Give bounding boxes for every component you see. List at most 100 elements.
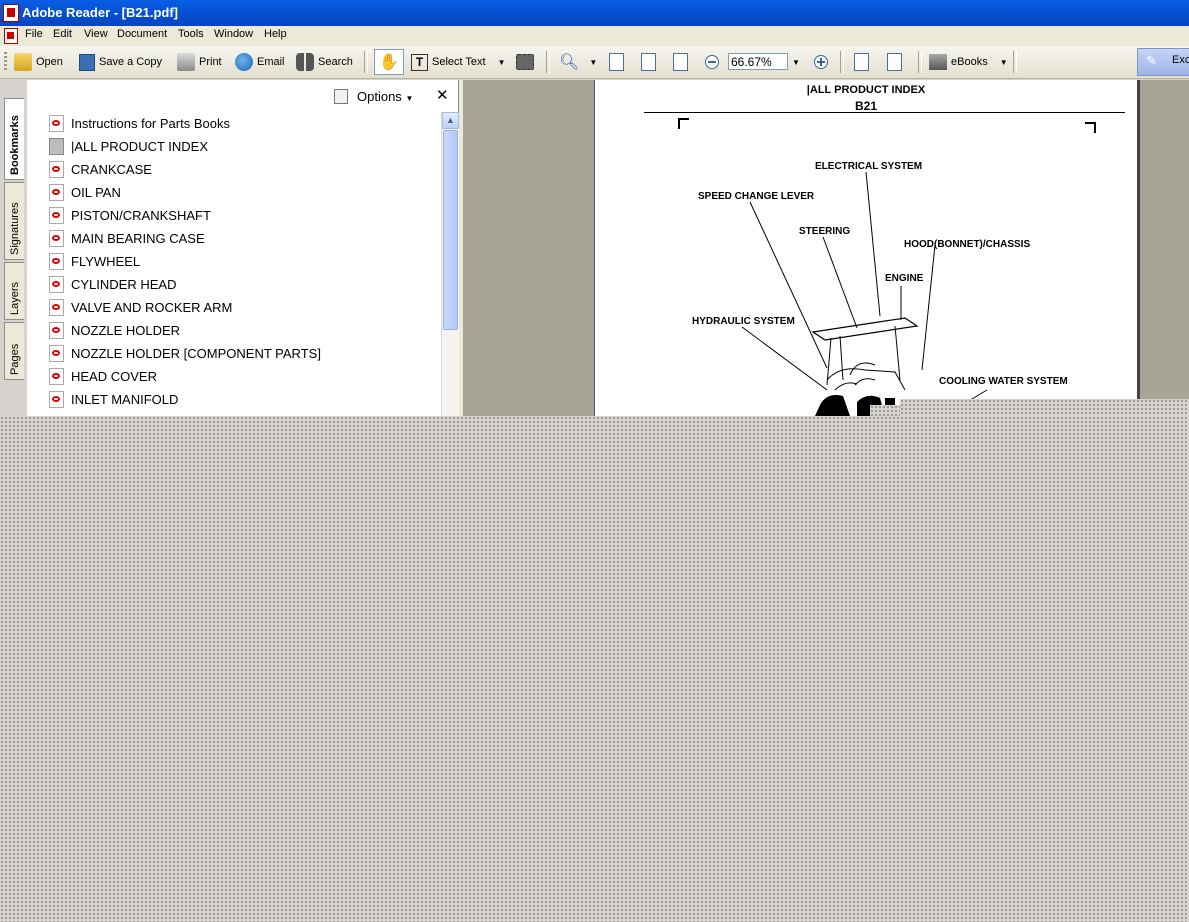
chevron-down-icon: ▼ [792, 57, 800, 67]
print-button[interactable]: Print [177, 50, 222, 74]
pdf-bookmark-icon [49, 367, 64, 385]
fit-page-button[interactable] [641, 50, 656, 74]
bookmark-item[interactable]: Instructions for Parts Books [49, 112, 230, 134]
zoom-in-tool-button[interactable]: 🔍︎ ▼ [559, 50, 597, 74]
select-text-label: Select Text [432, 56, 486, 68]
pdf-bookmark-icon [49, 344, 64, 362]
express-button[interactable]: ✎ Exc [1137, 48, 1189, 76]
bookmark-label: HEAD COVER [71, 368, 157, 384]
bookmark-label: VALVE AND ROCKER ARM [71, 299, 233, 315]
chevron-down-icon[interactable]: ▼ [498, 58, 506, 67]
bookmark-label: MAIN BEARING CASE [71, 230, 205, 246]
pdf-bookmark-icon [49, 206, 64, 224]
bookmark-item[interactable]: NOZZLE HOLDER [49, 319, 180, 341]
menu-view[interactable]: View [84, 28, 108, 40]
bookmark-item[interactable]: FLYWHEEL [49, 250, 140, 272]
bookmarks-list: Instructions for Parts Books |ALL PRODUC… [27, 112, 442, 416]
toolbar-separator [546, 51, 550, 73]
pdf-bookmark-icon [49, 114, 64, 132]
hand-tool-button[interactable]: ✋ [374, 49, 404, 75]
tab-pages-label: Pages [9, 343, 21, 375]
bookmarks-scrollbar[interactable]: ▲ [441, 112, 459, 416]
tab-layers-label: Layers [9, 281, 21, 315]
open-label: Open [36, 56, 63, 68]
menu-bar: File Edit View Document Tools Window Hel… [0, 26, 1189, 47]
scroll-up-arrow-icon[interactable]: ▲ [442, 112, 459, 129]
menu-edit[interactable]: Edit [53, 28, 72, 40]
label-hydraulic-system: HYDRAULIC SYSTEM [692, 316, 795, 327]
label-steering: STEERING [799, 226, 851, 237]
pdf-bookmark-icon [49, 298, 64, 316]
chevron-down-icon[interactable]: ▼ [1000, 58, 1008, 67]
document-menu-icon[interactable] [4, 28, 18, 44]
floppy-disk-icon [79, 53, 95, 71]
bookmark-item[interactable]: CYLINDER HEAD [49, 273, 176, 295]
scrollbar-thumb[interactable] [443, 130, 458, 330]
rotate-counterclockwise-button[interactable] [887, 50, 902, 74]
adobe-reader-icon [3, 4, 19, 22]
bookmark-item[interactable]: CRANKCASE [49, 158, 152, 180]
bookmark-item[interactable]: OIL PAN [49, 181, 121, 203]
page-fit-icon [641, 53, 656, 71]
title-bar: Adobe Reader - [B21.pdf] [0, 0, 1189, 26]
bookmark-label: NOZZLE HOLDER [COMPONENT PARTS] [71, 345, 321, 361]
fit-width-button[interactable] [673, 50, 688, 74]
bookmark-item[interactable]: NOZZLE HOLDER [COMPONENT PARTS] [49, 342, 321, 364]
menu-window[interactable]: Window [214, 28, 253, 40]
search-button[interactable]: Search [296, 50, 353, 74]
ebooks-button[interactable]: eBooks ▼ [929, 50, 1008, 74]
pdf-bookmark-icon [49, 229, 64, 247]
actual-size-button[interactable] [609, 50, 624, 74]
options-icon[interactable] [334, 89, 348, 104]
bookmark-item[interactable]: PISTON/CRANKSHAFT [49, 204, 211, 226]
tab-signatures[interactable]: Signatures [4, 182, 24, 260]
options-button[interactable]: Options ▼ [357, 89, 413, 104]
zoom-out-button[interactable] [705, 50, 719, 74]
rotate-clockwise-button[interactable] [854, 50, 869, 74]
bookmark-item[interactable]: INLET MANIFOLD [49, 388, 178, 410]
tab-pages[interactable]: Pages [4, 322, 24, 380]
rotate-counterclockwise-icon [887, 53, 902, 71]
close-icon[interactable]: ✕ [436, 86, 449, 104]
menu-file[interactable]: File [25, 28, 43, 40]
bookmark-item[interactable]: MAIN BEARING CASE [49, 227, 205, 249]
toolbar-separator [364, 51, 368, 73]
pdf-bookmark-icon [49, 275, 64, 293]
menu-help[interactable]: Help [264, 28, 287, 40]
pdf-page: |ALL PRODUCT INDEX B21 ELECTRICAL SYSTEM… [594, 80, 1140, 416]
pdf-bookmark-icon [49, 321, 64, 339]
zoom-dropdown[interactable]: ▼ [792, 50, 800, 74]
bookmark-label: PISTON/CRANKSHAFT [71, 207, 211, 223]
chevron-down-icon[interactable]: ▼ [589, 58, 597, 67]
snapshot-tool-button[interactable] [516, 50, 538, 74]
pdf-bookmark-icon [49, 183, 64, 201]
magnifier-icon: 🔍︎ [559, 54, 580, 71]
open-button[interactable]: Open [14, 50, 63, 74]
rotate-clockwise-icon [854, 53, 869, 71]
pdf-bookmark-icon [49, 390, 64, 408]
toolbar: Open Save a Copy Print Email Search ✋ T … [0, 46, 1189, 79]
document-view[interactable]: |ALL PRODUCT INDEX B21 ELECTRICAL SYSTEM… [459, 80, 1189, 416]
express-label: Exc [1172, 54, 1189, 66]
email-button[interactable]: Email [235, 50, 285, 74]
menu-tools[interactable]: Tools [178, 28, 204, 40]
tab-bookmarks[interactable]: Bookmarks [4, 98, 24, 180]
toolbar-separator [918, 51, 922, 73]
menu-document[interactable]: Document [117, 28, 167, 40]
bookmark-item[interactable]: VALVE AND ROCKER ARM [49, 296, 232, 318]
bookmark-label: Instructions for Parts Books [71, 115, 230, 131]
tab-layers[interactable]: Layers [4, 262, 24, 320]
toolbar-grip[interactable] [4, 52, 7, 72]
select-text-button[interactable]: T Select Text ▼ [411, 50, 506, 74]
toolbar-separator [840, 51, 844, 73]
bookmark-item[interactable]: |ALL PRODUCT INDEX [49, 135, 208, 157]
tractor-illustration [741, 171, 988, 416]
bookmark-item[interactable]: HEAD COVER [49, 365, 157, 387]
zoom-in-button[interactable] [814, 50, 828, 74]
hand-icon: ✋ [379, 54, 399, 71]
save-copy-button[interactable]: Save a Copy [79, 50, 162, 74]
bookmark-page-icon [49, 137, 64, 155]
options-label: Options [357, 89, 402, 104]
page-fit-width-icon [673, 53, 688, 71]
zoom-level-field[interactable]: 66.67% [728, 53, 788, 70]
